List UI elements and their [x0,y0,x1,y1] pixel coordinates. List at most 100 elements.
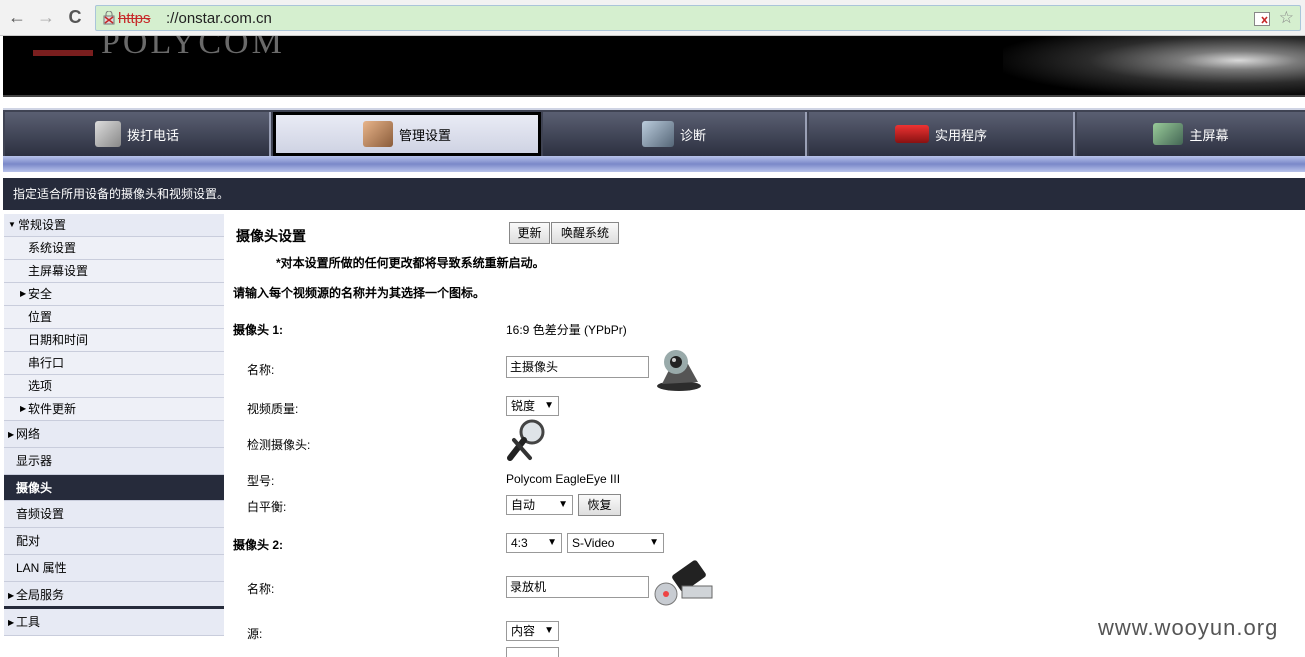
sidebar-item-lan-properties[interactable]: LAN 属性 [4,555,224,582]
nav-sub-bar [3,156,1305,172]
select-value: 4:3 [511,536,528,550]
camera1-model-value: Polycom EagleEye III [506,472,621,486]
address-bar[interactable]: https ://onstar.com.cn ☆ [95,5,1301,31]
sidebar-item-home-screen-settings[interactable]: 主屏幕设置 [4,260,224,283]
tab-utilities[interactable]: 实用程序 [809,112,1075,156]
sidebar-item-security[interactable]: ▶ 安全 [4,283,224,306]
restart-warning: *对本设置所做的任何更改都将导致系统重新启动。 [276,256,545,270]
dropdown-arrow-icon: ▼ [544,625,554,636]
camera2-name-field[interactable]: 录放机 [506,576,649,598]
sidebar-item-network[interactable]: ▶ 网络 [4,421,224,448]
camera1-model-label: 型号: [247,474,275,488]
tab-admin-settings[interactable]: 管理设置 [273,112,541,156]
sidebar-item-global-services[interactable]: ▶ 全局服务 [4,582,224,609]
polycom-banner: POLYCOM [3,36,1305,97]
insecure-lock-icon [103,10,115,25]
sidebar-item-software-update[interactable]: ▶ 软件更新 [4,398,224,421]
sidebar-item-location[interactable]: 位置 [4,306,224,329]
camera2-type-select[interactable]: S-Video ▼ [567,533,664,553]
sidebar-item-tools[interactable]: ▶ 工具 [4,609,224,636]
banner-water-graphic [1003,36,1305,95]
update-button[interactable]: 更新 [509,222,550,244]
sidebar-item-system-settings[interactable]: 系统设置 [4,237,224,260]
forward-button[interactable]: → [35,7,57,27]
tab-label: 管理设置 [398,127,451,143]
sidebar-item-label: 全局服务 [16,588,65,602]
blocked-content-icon[interactable] [1254,12,1270,26]
url-host: ://onstar.com.cn [166,10,272,27]
sidebar-item-monitors[interactable]: 显示器 [4,448,224,475]
tab-home-screen[interactable]: 主屏幕 [1077,112,1305,156]
camera1-white-balance-select[interactable]: 自动 ▼ [506,495,573,515]
next-select-partial[interactable] [506,647,559,657]
camera1-name-field[interactable]: 主摄像头 [506,356,649,378]
sidebar-item-label: 摄像头 [16,481,53,495]
top-navigation: 拨打电话 管理设置 诊断 实用程序 主屏幕 [3,108,1305,156]
restore-button[interactable]: 恢复 [578,494,621,516]
sidebar-item-cameras[interactable]: 摄像头 [4,475,224,501]
sidebar-item-label: 音频设置 [16,507,65,521]
sidebar-item-label: 日期和时间 [28,333,89,347]
sidebar-item-label: 配对 [16,534,41,548]
back-button[interactable]: ← [6,7,28,27]
watermark: www.wooyun.org [1098,615,1279,640]
collapsed-triangle-icon: ▶ [20,289,27,298]
polycom-logo: POLYCOM [101,36,285,61]
dropdown-arrow-icon: ▼ [544,400,554,411]
collapsed-triangle-icon: ▶ [8,591,15,600]
detect-camera-icon[interactable] [506,418,552,467]
camera1-detect-label: 检测摄像头: [247,438,311,452]
sidebar-item-pairing[interactable]: 配对 [4,528,224,555]
expanded-triangle-icon: ▼ [8,220,16,229]
select-value: S-Video [572,536,615,550]
tab-label: 实用程序 [934,127,987,143]
sidebar-item-label: 主屏幕设置 [28,264,89,278]
camera1-quality-label: 视频质量: [247,402,299,416]
main-camera-icon[interactable] [654,346,704,395]
tab-place-call[interactable]: 拨打电话 [5,112,271,156]
home-screen-icon [1153,123,1184,145]
dropdown-arrow-icon: ▼ [649,537,659,548]
collapsed-triangle-icon: ▶ [8,430,15,439]
tab-diagnostics[interactable]: 诊断 [543,112,807,156]
page-title: 摄像头设置 [236,228,306,244]
browser-toolbar: ← → C https ://onstar.com.cn ☆ [0,0,1305,36]
camera2-label: 摄像头 2: [233,538,284,552]
sidebar-item-audio-settings[interactable]: 音频设置 [4,501,224,528]
sidebar-item-label: 工具 [16,615,41,629]
tab-label: 拨打电话 [126,127,179,143]
sidebar-item-label: 常规设置 [18,218,67,232]
instruction-text: 请输入每个视频源的名称并为其选择一个图标。 [233,286,486,300]
sidebar-item-label: 串行口 [28,356,65,370]
collapsed-triangle-icon: ▶ [20,404,27,413]
wake-system-button[interactable]: 唤醒系统 [551,222,619,244]
camera2-source-select[interactable]: 内容 ▼ [506,621,559,641]
reload-button[interactable]: C [64,7,86,27]
vcr-icon[interactable] [652,560,714,609]
dropdown-arrow-icon: ▼ [547,537,557,548]
sidebar-item-general[interactable]: ▼ 常规设置 [4,214,224,237]
tab-label: 主屏幕 [1189,127,1229,143]
camera2-aspect-select[interactable]: 4:3 ▼ [506,533,562,553]
sidebar-item-label: LAN 属性 [16,561,67,575]
polycom-logo-mark [33,36,93,56]
select-value: 内容 [511,624,536,638]
sidebar-item-label: 位置 [28,310,53,324]
camera2-name-label: 名称: [247,582,275,596]
camera-settings-panel: 摄像头设置 更新 唤醒系统 *对本设置所做的任何更改都将导致系统重新启动。 请输… [226,214,1305,657]
sidebar-item-options[interactable]: 选项 [4,375,224,398]
dropdown-arrow-icon: ▼ [558,499,568,510]
url-scheme: https [118,10,151,27]
camera1-name-label: 名称: [247,363,275,377]
collapsed-triangle-icon: ▶ [8,618,15,627]
utilities-icon [894,125,929,143]
camera1-label: 摄像头 1: [233,323,284,337]
sidebar-item-date-time[interactable]: 日期和时间 [4,329,224,352]
sidebar-item-label: 软件更新 [28,402,77,416]
sidebar-item-serial-port[interactable]: 串行口 [4,352,224,375]
bookmark-star-icon[interactable]: ☆ [1279,8,1294,28]
camera1-quality-select[interactable]: 锐度 ▼ [506,396,559,416]
settings-sidebar: ▼ 常规设置 系统设置 主屏幕设置 ▶ 安全 位置 日期和时间 串行口 选项 ▶ 软件… [4,214,224,657]
select-value: 锐度 [511,399,536,413]
camera2-source-label: 源: [247,627,263,641]
